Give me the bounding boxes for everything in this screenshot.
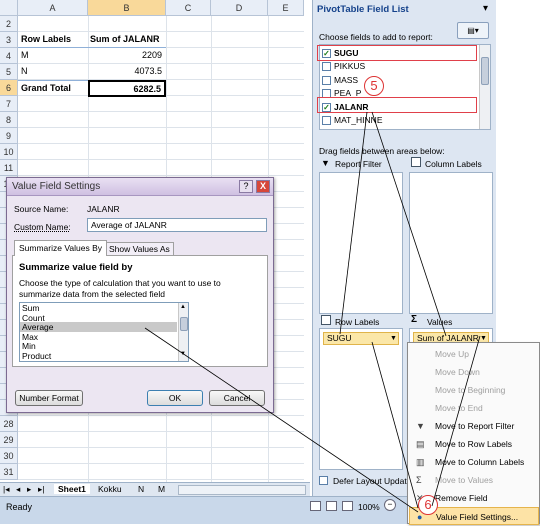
tab-summarize-values-by[interactable]: Summarize Values By [14, 240, 107, 256]
connector-line [144, 327, 419, 513]
connector-line [431, 335, 481, 507]
connector-line [371, 341, 419, 509]
connector-line [371, 111, 447, 337]
connector-line [339, 111, 368, 335]
annotation-lines [144, 111, 481, 513]
